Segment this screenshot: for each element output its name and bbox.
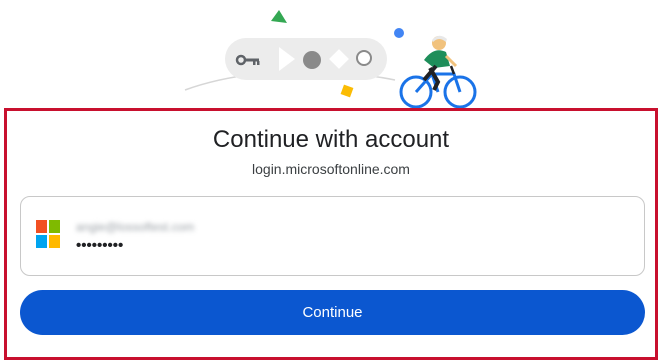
header-illustration <box>0 0 662 109</box>
cyclist-illustration <box>399 35 477 109</box>
dot-icon <box>303 51 321 69</box>
continue-button[interactable]: Continue <box>20 290 645 335</box>
dialog-title: Continue with account <box>212 126 450 153</box>
account-email: angie@lossoftest.com <box>76 220 195 234</box>
account-option[interactable]: angie@lossoftest.com ••••••••• <box>20 196 645 276</box>
account-password-mask: ••••••••• <box>76 237 124 254</box>
ring-icon <box>356 50 372 66</box>
microsoft-logo-icon <box>36 220 60 248</box>
account-chooser-dialog: Continue with account login.microsoftonl… <box>4 108 658 360</box>
key-icon <box>235 54 260 66</box>
dialog-subtitle: login.microsoftonline.com <box>252 161 410 177</box>
play-icon <box>279 47 295 71</box>
triangle-decoration <box>271 10 287 23</box>
